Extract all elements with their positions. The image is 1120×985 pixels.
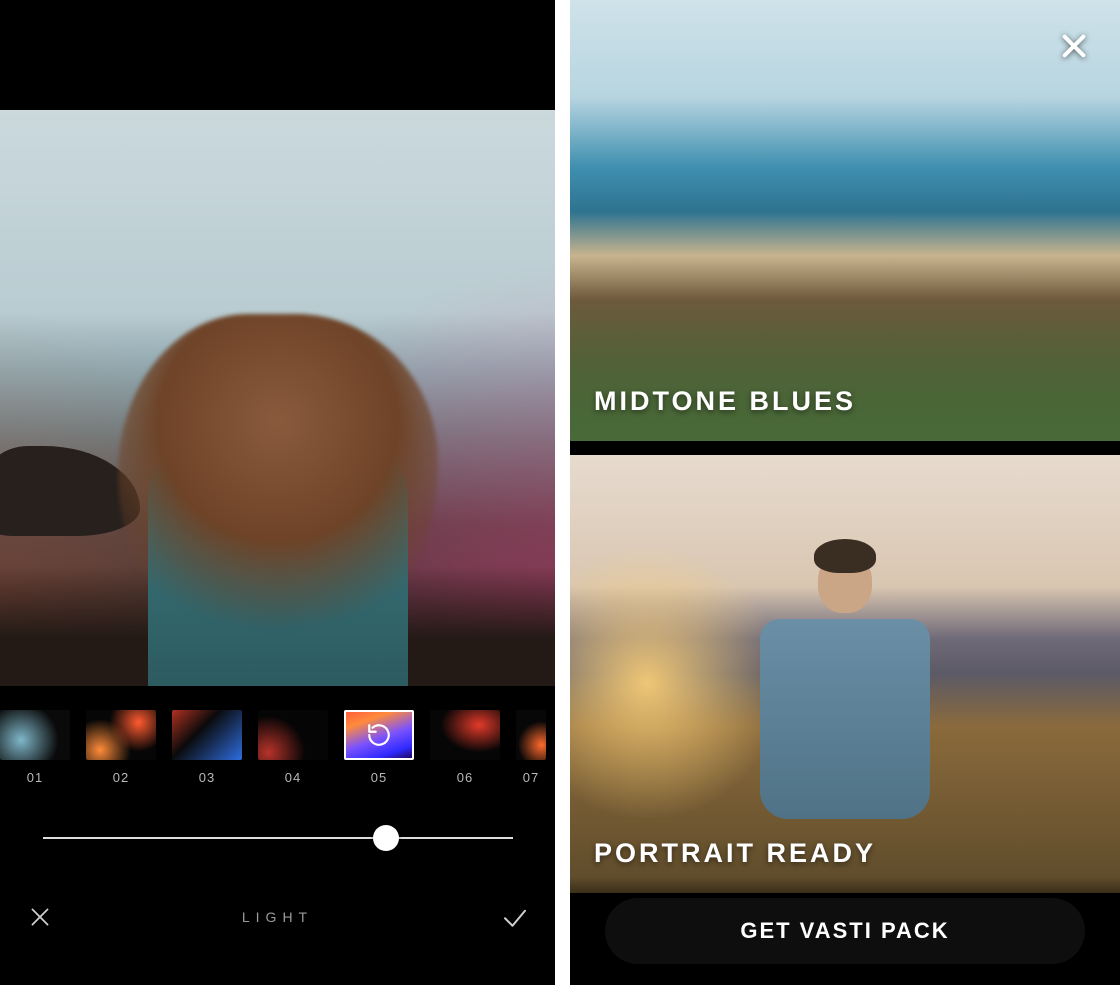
get-pack-button[interactable]: GET VASTI PACK [605,898,1085,964]
cta-bar: GET VASTI PACK [570,877,1120,985]
filter-thumb[interactable] [516,710,546,760]
cancel-button[interactable] [20,897,60,937]
close-button[interactable] [1050,22,1098,70]
filter-label: 04 [285,770,301,785]
filter-label: 03 [199,770,215,785]
filter-label: 01 [27,770,43,785]
filter-thumb[interactable] [430,710,500,760]
filter-item-07[interactable]: 07 [516,710,546,785]
filter-item-05[interactable]: 05 [344,710,414,785]
pane-divider [555,0,570,985]
editor-pane: 01 02 03 04 05 [0,0,555,985]
slider-track [43,837,513,839]
filter-item-04[interactable]: 04 [258,710,328,785]
preset-card-title: PORTRAIT READY [594,838,876,869]
filter-label: 02 [113,770,129,785]
intensity-slider[interactable] [43,827,513,849]
filter-label: 05 [371,770,387,785]
filter-thumb[interactable] [258,710,328,760]
filter-thumb-selected[interactable] [344,710,414,760]
filter-strip[interactable]: 01 02 03 04 05 [0,686,555,796]
filter-thumb[interactable] [172,710,242,760]
preview-decor [760,551,930,821]
preset-card-portrait-ready[interactable]: PORTRAIT READY [570,455,1120,893]
filter-thumb[interactable] [86,710,156,760]
filter-item-06[interactable]: 06 [430,710,500,785]
filter-item-02[interactable]: 02 [86,710,156,785]
filter-item-01[interactable]: 01 [0,710,70,785]
pack-preview-pane: MIDTONE BLUES PORTRAIT READY GET VASTI P… [570,0,1120,985]
slider-thumb[interactable] [373,825,399,851]
editor-topbar [0,0,555,110]
filter-label: 06 [457,770,473,785]
filter-item-03[interactable]: 03 [172,710,242,785]
filter-thumb[interactable] [0,710,70,760]
editor-bottombar: LIGHT [0,880,555,980]
confirm-button[interactable] [495,897,535,937]
mode-label: LIGHT [242,909,313,925]
filter-label: 07 [523,770,539,785]
reset-filter-icon[interactable] [344,710,414,760]
photo-preview[interactable] [0,110,555,686]
preset-card-title: MIDTONE BLUES [594,386,856,417]
preset-card-midtone-blues[interactable]: MIDTONE BLUES [570,0,1120,441]
intensity-slider-row [0,796,555,880]
